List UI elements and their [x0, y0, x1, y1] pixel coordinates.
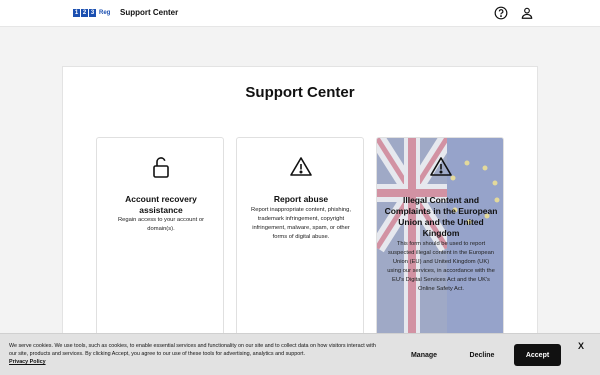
cookie-text: We serve cookies. We use tools, such as …	[9, 342, 381, 366]
page-title: Support Center	[245, 84, 355, 101]
card-description: Report inappropriate content, phishing, …	[251, 207, 351, 240]
card-description: This form should be used to report suspe…	[387, 241, 495, 292]
card-description: Regain access to your account or domain(…	[117, 217, 205, 232]
help-icon[interactable]	[494, 6, 508, 20]
warning-icon	[430, 157, 452, 176]
header-title[interactable]: Support Center	[120, 8, 178, 17]
report-abuse-card[interactable]: Report abuse Report inappropriate conten…	[236, 137, 364, 347]
card-title: Illegal Content and Complaints in the Eu…	[384, 195, 498, 238]
illegal-content-card[interactable]: Illegal Content and Complaints in the Eu…	[376, 137, 504, 347]
close-button[interactable]: X	[578, 341, 584, 351]
decline-button[interactable]: Decline	[458, 344, 506, 366]
account-recovery-card[interactable]: Account recovery assistance Regain acces…	[96, 137, 224, 347]
accept-button[interactable]: Accept	[514, 344, 561, 366]
manage-button[interactable]: Manage	[400, 344, 448, 366]
unlock-icon	[153, 157, 169, 178]
card-title: Report abuse	[273, 194, 329, 204]
cookie-message: We serve cookies. We use tools, such as …	[9, 343, 376, 357]
card-title: Account recovery assistance	[125, 194, 197, 215]
brand-logo[interactable]: 1 2 3 Reg	[73, 9, 110, 17]
user-icon[interactable]	[520, 6, 534, 20]
logo-digit-2: 2	[81, 9, 88, 17]
warning-icon	[290, 157, 312, 176]
top-bar: 1 2 3 Reg Support Center	[0, 0, 600, 27]
privacy-policy-link[interactable]: Privacy Policy	[9, 359, 46, 365]
logo-suffix: Reg	[99, 10, 111, 16]
cookie-banner: We serve cookies. We use tools, such as …	[0, 333, 600, 375]
logo-digit-3: 3	[89, 9, 96, 17]
logo-digit-1: 1	[73, 9, 80, 17]
